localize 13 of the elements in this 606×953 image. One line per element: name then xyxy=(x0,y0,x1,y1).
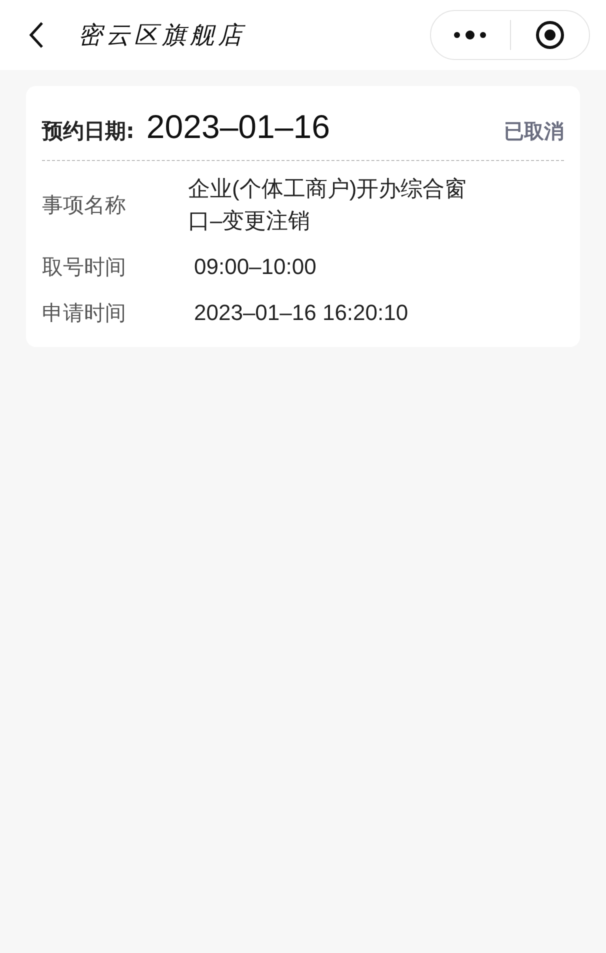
field-value: 09:00–10:00 xyxy=(194,252,318,281)
status-label: 已取消 xyxy=(504,118,564,145)
field-value: 企业(个体工商户)开办综合窗口–变更注销 xyxy=(188,175,468,235)
more-icon xyxy=(453,30,488,40)
field-label: 申请时间 xyxy=(42,300,127,327)
field-label: 取号时间 xyxy=(42,254,127,281)
target-icon xyxy=(534,20,565,50)
field-label: 事项名称 xyxy=(42,192,127,219)
store-title: 密云区旗舰店 xyxy=(78,20,247,51)
date-label: 预约日期: xyxy=(42,118,134,145)
field-value: 2023–01–16 16:20:10 xyxy=(194,298,410,327)
date-value: 2023–01–16 xyxy=(146,108,331,146)
back-icon xyxy=(28,21,44,49)
